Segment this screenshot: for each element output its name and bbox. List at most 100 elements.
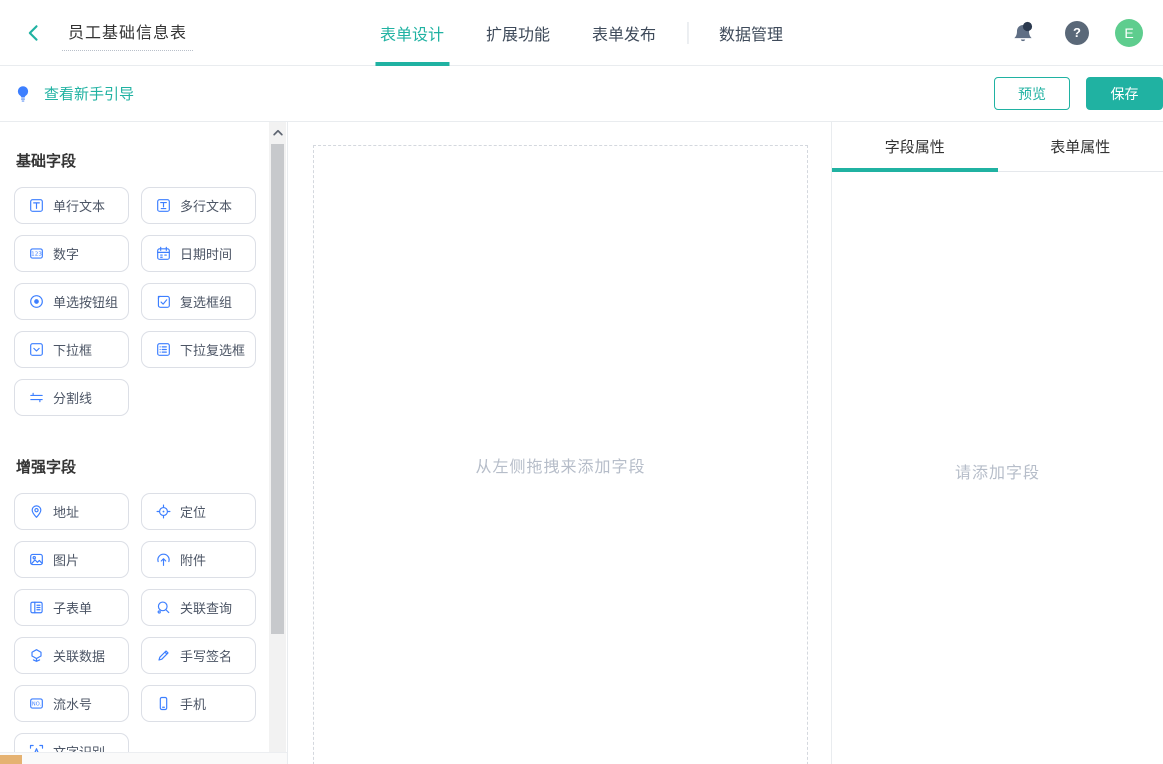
nav-tab-form-design[interactable]: 表单设计 [359,0,465,66]
app-header: 员工基础信息表 表单设计 扩展功能 表单发布 数据管理 ? E [0,0,1163,66]
tab-form-properties[interactable]: 表单属性 [998,122,1163,171]
main-nav: 表单设计 扩展功能 表单发布 数据管理 [359,0,804,66]
field-item-single-line-text[interactable]: 单行文本 [14,187,129,224]
field-item-label: 复选框组 [180,295,233,310]
field-item-dropdown-multiselect[interactable]: 下拉复选框 [141,331,256,368]
notification-bell-button[interactable] [1009,18,1039,48]
field-item-label: 图片 [53,553,80,568]
field-item-mobile[interactable]: 手机 [141,685,256,722]
form-title[interactable]: 员工基础信息表 [62,15,194,51]
properties-tabs: 字段属性 表单属性 [832,122,1163,172]
field-item-label: 手写签名 [180,649,233,664]
nav-tab-extensions[interactable]: 扩展功能 [465,0,571,66]
help-button[interactable]: ? [1065,20,1089,45]
field-item-dropdown[interactable]: 下拉框 [14,331,129,368]
calendar-icon [155,246,171,262]
field-item-datetime[interactable]: 日期时间 [141,235,256,272]
pen-icon [155,648,171,664]
data-link-icon [28,648,44,664]
nav-divider [687,22,689,44]
properties-panel: 字段属性 表单属性 请添加字段 [831,122,1163,764]
field-item-multi-line-text[interactable]: 多行文本 [141,187,256,224]
field-item-label: 附件 [180,553,207,568]
field-item-label: 文字识别 [53,742,105,752]
bell-icon [1014,21,1033,41]
properties-body: 请添加字段 [832,172,1163,764]
upload-icon [155,552,171,568]
field-item-related-query[interactable]: 关联查询 [141,589,256,626]
field-item-label: 地址 [53,505,80,520]
field-item-radio-group[interactable]: 单选按钮组 [14,283,129,320]
toolbar-actions: 预览 保存 [994,77,1163,110]
properties-placeholder-text: 请添加字段 [954,465,1040,482]
back-button[interactable] [20,19,48,47]
select-icon [28,342,44,358]
text-icon [28,198,44,214]
field-item-label: 手机 [180,697,207,712]
field-item-label: 多行文本 [180,199,233,214]
tab-field-properties[interactable]: 字段属性 [832,122,998,172]
field-item-attachment[interactable]: 附件 [141,541,256,578]
field-library-scrollarea: 基础字段 单行文本 多行文本 123 数字 日期时间 单选按钮组 复选框组 下拉… [0,122,287,752]
field-item-checkbox-group[interactable]: 复选框组 [141,283,256,320]
user-avatar[interactable]: E [1115,18,1143,47]
field-library-sidebar: 基础字段 单行文本 多行文本 123 数字 日期时间 单选按钮组 复选框组 下拉… [0,122,288,764]
main-content: 基础字段 单行文本 多行文本 123 数字 日期时间 单选按钮组 复选框组 下拉… [0,122,1163,764]
sidebar-bottom-strip [0,752,287,764]
multiselect-icon [155,342,171,358]
header-right: ? E [1009,18,1143,48]
field-item-signature[interactable]: 手写签名 [141,637,256,674]
field-item-divider[interactable]: 分割线 [14,379,129,416]
corner-widget[interactable] [0,755,22,764]
nav-tab-form-publish[interactable]: 表单发布 [571,0,677,66]
field-item-label: 子表单 [53,601,93,616]
subform-icon [28,600,44,616]
back-chevron-icon [28,24,38,41]
field-item-label: 关联数据 [53,649,106,664]
ocr-icon [28,744,44,752]
scrollbar-up-button[interactable] [269,122,286,142]
field-item-image[interactable]: 图片 [14,541,129,578]
field-item-location[interactable]: 定位 [141,493,256,530]
lightbulb-icon [17,85,29,102]
search-link-icon [155,600,171,616]
field-item-label: 流水号 [53,697,93,712]
preview-button[interactable]: 预览 [994,77,1070,110]
avatar-initial: E [1124,24,1134,41]
field-item-subform[interactable]: 子表单 [14,589,129,626]
pin-icon [28,504,44,520]
sub-toolbar: 查看新手引导 预览 保存 [0,66,1163,122]
field-item-label: 分割线 [53,391,93,406]
field-item-label: 单选按钮组 [53,295,119,310]
field-item-ocr[interactable]: 文字识别 [14,733,129,752]
canvas-drop-zone[interactable]: 从左侧拖拽来添加字段 [313,145,808,764]
serial-icon: NO. [28,696,44,712]
scrollbar-thumb[interactable] [271,144,284,634]
chevron-up-icon [272,129,283,135]
nav-tab-data-management[interactable]: 数据管理 [698,0,804,66]
svg-text:NO.: NO. [31,701,41,707]
radio-icon [28,294,44,310]
section-title-enhanced-fields: 增强字段 [16,459,77,476]
image-icon [28,552,44,568]
field-item-label: 单行文本 [53,199,106,214]
svg-text:123: 123 [31,252,42,258]
field-item-label: 下拉框 [53,343,93,358]
field-item-related-data[interactable]: 关联数据 [14,637,129,674]
save-button[interactable]: 保存 [1086,77,1163,110]
form-canvas: 从左侧拖拽来添加字段 [288,122,831,764]
basic-fields-grid: 单行文本 多行文本 123 数字 日期时间 单选按钮组 复选框组 下拉框 下拉复… [14,187,256,416]
field-item-number[interactable]: 123 数字 [14,235,129,272]
field-item-label: 日期时间 [180,247,233,262]
enhanced-fields-grid: 地址 定位 图片 附件 子表单 关联查询 关联数据 手写签名 NO. 流水号 手… [14,493,256,752]
beginner-guide-link[interactable]: 查看新手引导 [44,83,134,104]
field-item-serial-number[interactable]: NO. 流水号 [14,685,129,722]
textarea-icon [155,198,171,214]
number-icon: 123 [28,246,44,262]
divider-icon [28,390,44,406]
field-item-label: 关联查询 [180,601,233,616]
sidebar-scrollbar[interactable] [269,122,286,752]
section-title-basic-fields: 基础字段 [16,153,77,170]
field-item-address[interactable]: 地址 [14,493,129,530]
field-item-label: 下拉复选框 [180,343,246,358]
